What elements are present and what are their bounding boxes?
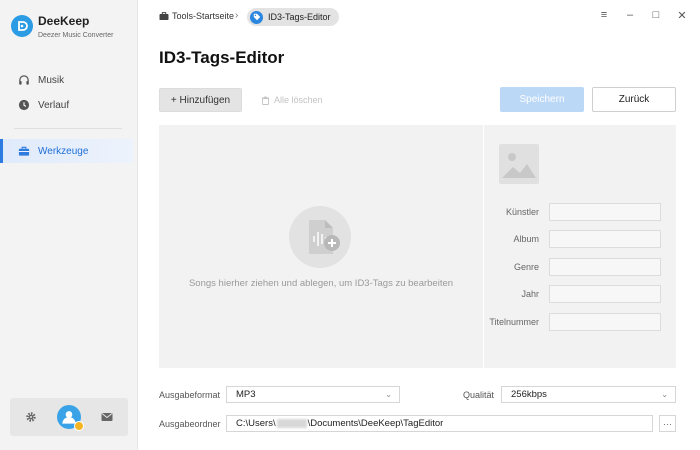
close-icon[interactable]: ✕ <box>676 9 688 22</box>
user-avatar-icon[interactable] <box>57 405 84 431</box>
format-label: Ausgabeformat <box>159 390 221 400</box>
page-title: ID3-Tags-Editor <box>159 48 285 67</box>
sidebar-footer <box>10 398 128 436</box>
tag-label: Genre <box>513 262 539 272</box>
title-bar: Tools-Startseite › ID3-Tags-Editor ≡ – □… <box>138 0 700 34</box>
tag-row-artist: Künstler <box>484 203 676 221</box>
format-select[interactable]: MP3 ⌄ <box>226 386 400 403</box>
headphones-icon <box>17 74 30 87</box>
breadcrumb-home[interactable]: Tools-Startseite <box>159 11 234 21</box>
tag-label: Künstler <box>505 207 539 217</box>
audio-file-add-icon <box>289 206 351 268</box>
chevron-down-icon: ⌄ <box>385 390 392 399</box>
trash-icon <box>261 96 270 105</box>
year-field[interactable] <box>549 285 661 303</box>
genre-field[interactable] <box>549 258 661 276</box>
breadcrumb-separator: › <box>235 10 239 21</box>
breadcrumb-current-label: ID3-Tags-Editor <box>268 12 331 22</box>
quality-label: Qualität <box>463 390 495 400</box>
folder-path-prefix: C:\Users\ <box>236 418 276 429</box>
tag-icon <box>250 10 263 24</box>
breadcrumb-current: ID3-Tags-Editor <box>247 8 339 26</box>
app-logo-icon <box>11 15 33 37</box>
output-folder-field[interactable]: C:\Users\ \Documents\DeeKeep\TagEditor <box>226 415 653 432</box>
drop-zone[interactable]: Songs hierher ziehen und ablegen, um ID3… <box>159 125 483 368</box>
quality-value: 256kbps <box>511 389 547 400</box>
tag-row-track-number: Titelnummer <box>484 313 676 331</box>
folder-path-suffix: \Documents\DeeKeep\TagEditor <box>307 418 444 429</box>
premium-badge-icon <box>74 421 84 431</box>
cover-image-placeholder-icon[interactable] <box>499 144 539 184</box>
brand: DeeKeep Deezer Music Converter <box>11 14 113 40</box>
gear-icon[interactable] <box>25 411 37 423</box>
window-controls: ≡ – □ ✕ <box>598 9 688 22</box>
app-subtitle: Deezer Music Converter <box>38 32 114 39</box>
sidebar-item-werkzeuge[interactable]: Werkzeuge <box>0 139 133 163</box>
drop-hint: Songs hierher ziehen und ablegen, um ID3… <box>188 278 454 289</box>
tag-label: Album <box>513 234 539 244</box>
save-button[interactable]: Speichern <box>500 87 584 112</box>
format-value: MP3 <box>236 389 256 400</box>
tag-label: Titelnummer <box>489 317 539 327</box>
track-number-field[interactable] <box>549 313 661 331</box>
maximize-icon[interactable]: □ <box>650 9 662 21</box>
clock-icon <box>17 99 30 112</box>
tag-row-year: Jahr <box>484 285 676 303</box>
clear-all-button[interactable]: Alle löschen <box>261 88 323 112</box>
breadcrumb-home-label: Tools-Startseite <box>172 11 235 21</box>
chevron-down-icon: ⌄ <box>661 390 668 399</box>
sidebar-item-label: Musik <box>38 74 65 86</box>
redacted-username <box>276 419 307 428</box>
back-button[interactable]: Zurück <box>592 87 676 112</box>
menu-icon[interactable]: ≡ <box>598 9 610 21</box>
tag-row-genre: Genre <box>484 258 676 276</box>
tag-label: Jahr <box>521 289 539 299</box>
sidebar-item-label: Werkzeuge <box>38 145 89 157</box>
clear-all-label: Alle löschen <box>274 95 323 105</box>
minimize-icon[interactable]: – <box>624 9 636 21</box>
toolbox-icon <box>17 145 30 158</box>
toolbox-icon <box>159 11 169 21</box>
quality-select[interactable]: 256kbps ⌄ <box>501 386 676 403</box>
add-button[interactable]: + Hinzufügen <box>159 88 242 112</box>
app-name: DeeKeep <box>38 14 90 28</box>
mail-icon[interactable] <box>101 411 113 423</box>
tag-row-album: Album <box>484 230 676 248</box>
sidebar-divider <box>14 128 122 129</box>
sidebar-item-musik[interactable]: Musik <box>0 68 133 92</box>
sidebar-item-verlauf[interactable]: Verlauf <box>0 93 133 117</box>
tag-editor-panel: Künstler Album Genre Jahr Titelnummer <box>484 125 676 368</box>
folder-label: Ausgabeordner <box>159 419 221 429</box>
sidebar: DeeKeep Deezer Music Converter Musik Ver… <box>0 0 138 450</box>
sidebar-item-label: Verlauf <box>38 99 70 111</box>
artist-field[interactable] <box>549 203 661 221</box>
album-field[interactable] <box>549 230 661 248</box>
browse-folder-button[interactable]: ··· <box>659 415 676 432</box>
